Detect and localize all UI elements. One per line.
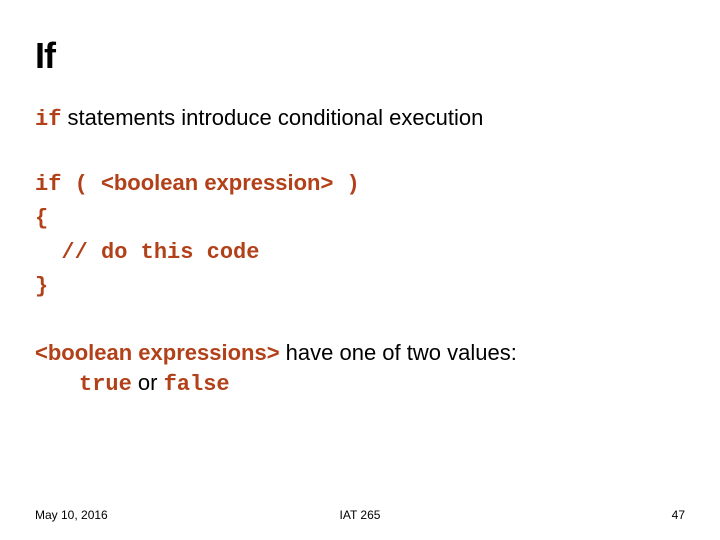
footer-date: May 10, 2016 bbox=[35, 508, 108, 522]
slide-title: If bbox=[35, 35, 685, 77]
footer-page: 47 bbox=[672, 508, 685, 522]
false-keyword: false bbox=[164, 372, 230, 397]
explanation-values: true or false bbox=[35, 368, 685, 400]
slide: If if statements introduce conditional e… bbox=[0, 0, 720, 540]
code-close-paren: ) bbox=[333, 172, 359, 197]
code-line-1: if ( <boolean expression> ) bbox=[35, 166, 685, 202]
code-block: if ( <boolean expression> ) { // do this… bbox=[35, 166, 685, 304]
code-line-4: } bbox=[35, 270, 685, 304]
explanation-line: <boolean expressions> have one of two va… bbox=[35, 338, 685, 399]
explanation-text: have one of two values: bbox=[280, 340, 517, 365]
footer-course: IAT 265 bbox=[340, 508, 381, 522]
true-keyword: true bbox=[79, 372, 132, 397]
code-if-open: if ( bbox=[35, 172, 101, 197]
boolean-expression-placeholder: <boolean expression> bbox=[101, 170, 333, 195]
code-line-2: { bbox=[35, 202, 685, 236]
or-text: or bbox=[132, 370, 164, 395]
boolean-expressions-placeholder: <boolean expressions> bbox=[35, 340, 280, 365]
intro-line: if statements introduce conditional exec… bbox=[35, 105, 685, 132]
intro-text: statements introduce conditional executi… bbox=[61, 105, 483, 130]
footer: May 10, 2016 IAT 265 47 bbox=[35, 508, 685, 522]
if-keyword: if bbox=[35, 107, 61, 132]
code-line-3: // do this code bbox=[35, 236, 685, 270]
